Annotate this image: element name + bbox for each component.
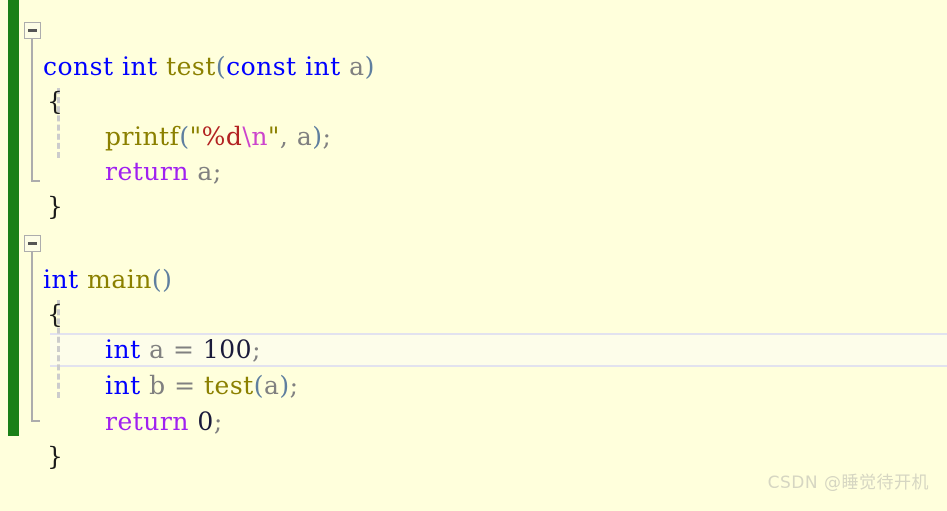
code-line-4[interactable]: return a;: [0, 119, 947, 186]
code-line-2[interactable]: {: [0, 49, 947, 116]
code-line-12[interactable]: }: [0, 404, 947, 471]
code-line-1[interactable]: const int test(const int a): [0, 14, 947, 81]
csdn-watermark: CSDN @睡觉待开机: [767, 473, 929, 493]
code-line-5[interactable]: }: [0, 154, 947, 221]
code-line-11[interactable]: return 0;: [0, 369, 947, 436]
code-line-12-content: }: [47, 442, 64, 471]
code-line-9[interactable]: int a = 100;: [0, 297, 947, 364]
code-editor[interactable]: const int test(const int a) { printf("%d…: [0, 0, 947, 511]
code-line-3[interactable]: printf("%d\n", a);: [0, 84, 947, 151]
code-line-10-current[interactable]: int b = test(a);: [0, 333, 947, 400]
code-line-8[interactable]: {: [0, 262, 947, 329]
code-line-7[interactable]: int main(): [0, 227, 947, 294]
code-line-6[interactable]: [0, 189, 947, 224]
